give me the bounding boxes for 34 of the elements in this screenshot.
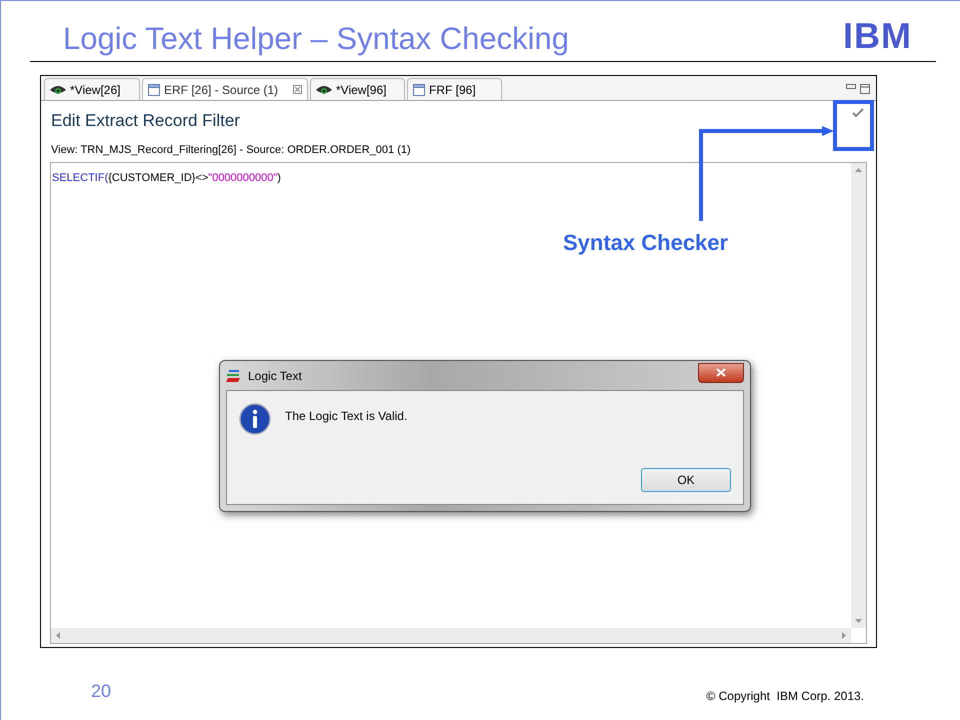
logo: IBM	[843, 17, 912, 55]
check-icon	[852, 108, 864, 118]
maximize-icon[interactable]	[860, 84, 870, 94]
ok-button[interactable]: OK	[641, 468, 731, 492]
horizontal-scrollbar[interactable]	[51, 628, 851, 643]
window-icon	[148, 84, 160, 96]
scroll-left-icon[interactable]	[56, 632, 60, 639]
editor-tab[interactable]: ERF [26] - Source (1)	[142, 78, 308, 100]
close-icon	[716, 368, 726, 377]
code-line: SELECTIF({CUSTOMER_ID}<>"0000000000")	[52, 172, 281, 184]
eye-icon	[316, 84, 332, 96]
eye-icon	[50, 84, 66, 96]
slide-title: Logic Text Helper – Syntax Checking	[63, 21, 570, 57]
app-icon	[226, 368, 242, 382]
scroll-up-icon[interactable]	[855, 168, 862, 172]
info-icon	[239, 403, 271, 435]
syntax-check-button[interactable]	[833, 100, 874, 151]
dialog-title: Logic Text	[248, 368, 302, 384]
close-icon[interactable]	[293, 85, 302, 94]
scroll-down-icon[interactable]	[855, 619, 862, 623]
editor-heading: Edit Extract Record Filter	[51, 110, 240, 132]
editor-subtitle: View: TRN_MJS_Record_Filtering[26] - Source: ORDER.ORDER_001 (1)	[51, 142, 411, 158]
window-icon	[413, 84, 425, 96]
close-button[interactable]	[698, 362, 744, 382]
page-number: 20	[91, 680, 112, 703]
dialog-message: The Logic Text is Valid.	[285, 408, 408, 425]
editor-tab[interactable]: FRF [96]	[407, 78, 502, 100]
vertical-scrollbar[interactable]	[851, 163, 866, 628]
editor-tab[interactable]: *View[96]	[310, 78, 405, 100]
editor-tab[interactable]: *View[26]	[44, 78, 140, 100]
minimize-icon[interactable]	[846, 84, 856, 90]
callout-label: Syntax Checker	[563, 229, 728, 257]
copyright: © Copyright IBM Corp. 2013.	[706, 688, 864, 705]
scroll-right-icon[interactable]	[842, 632, 846, 639]
